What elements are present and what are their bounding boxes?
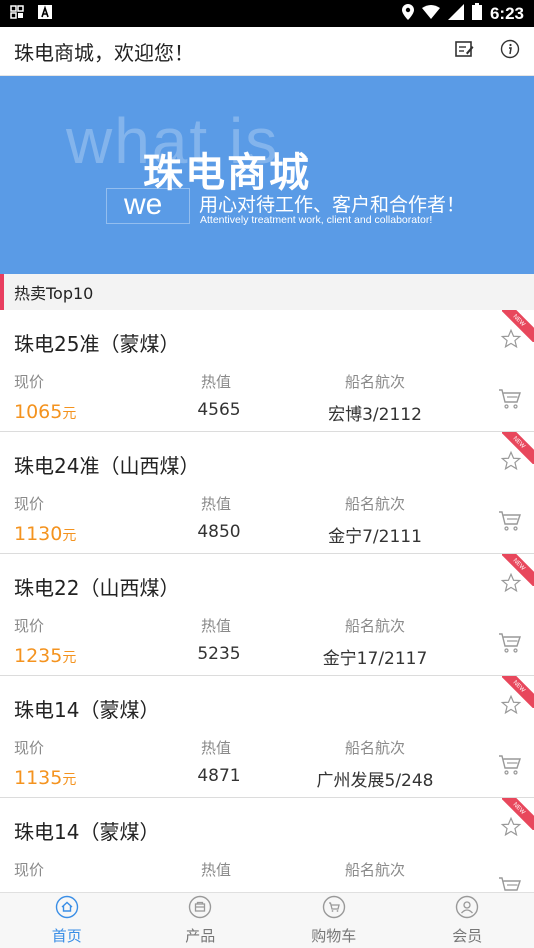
add-to-cart-icon[interactable] xyxy=(498,388,522,414)
product-item[interactable]: NEW 珠电25准（蒙煤） 现价 热值 船名航次 1065元 4565 宏博3/2112 xyxy=(0,310,534,432)
price-label: 现价 xyxy=(14,861,45,879)
heat-label: 热值 xyxy=(201,739,232,757)
product-price: 1130元 xyxy=(14,523,76,545)
a-icon xyxy=(38,4,52,23)
add-to-cart-icon[interactable] xyxy=(498,754,522,780)
product-item[interactable]: NEW 珠电22（山西煤） 现价 热值 船名航次 1235元 5235 金宁17/2117 xyxy=(0,554,534,676)
ship-voyage: 金宁17/2117 xyxy=(322,649,428,669)
clock: 6:23 xyxy=(489,3,524,23)
product-name: 珠电25准（蒙煤） xyxy=(14,332,180,356)
product-name: 珠电24准（山西煤） xyxy=(14,454,200,478)
add-to-cart-icon[interactable] xyxy=(498,510,522,536)
info-icon[interactable] xyxy=(500,39,520,63)
home-icon xyxy=(55,895,79,923)
new-badge-text: NEW xyxy=(511,801,527,816)
cart-icon xyxy=(322,895,346,923)
ship-label: 船名航次 xyxy=(345,861,406,879)
nav-home[interactable]: 首页 xyxy=(0,893,134,948)
nav-label: 会员 xyxy=(452,927,483,945)
favorite-star-icon[interactable] xyxy=(500,328,522,354)
product-name: 珠电22（山西煤） xyxy=(14,576,180,600)
add-to-cart-icon[interactable] xyxy=(498,876,522,892)
nav-cart[interactable]: 购物车 xyxy=(267,893,401,948)
new-badge-text: NEW xyxy=(511,557,527,572)
product-item[interactable]: NEW 珠电14（蒙煤） 现价 热值 船名航次 1135元 4871 广州发展5/248 xyxy=(0,676,534,798)
status-bar: 6:23 xyxy=(0,0,534,27)
product-item[interactable]: NEW 珠电24准（山西煤） 现价 热值 船名航次 1130元 4850 金宁7/2111 xyxy=(0,432,534,554)
ship-label: 船名航次 xyxy=(345,739,406,757)
new-badge-text: NEW xyxy=(511,435,527,450)
ship-voyage: 宏博3/2112 xyxy=(328,405,422,425)
price-unit: 元 xyxy=(62,650,77,666)
heat-label: 热值 xyxy=(201,861,232,879)
new-badge-text: NEW xyxy=(511,313,527,328)
price-value: 1235 xyxy=(14,645,63,667)
nav-products[interactable]: 产品 xyxy=(134,893,268,948)
product-name: 珠电14（蒙煤） xyxy=(14,698,160,722)
section-header: 热卖Top10 xyxy=(0,274,534,310)
heat-value: 4565 xyxy=(197,400,241,420)
heat-value: 4850 xyxy=(197,522,241,542)
product-item[interactable]: NEW 珠电14（蒙煤） 现价 热值 船名航次 xyxy=(0,798,534,892)
heat-label: 热值 xyxy=(201,617,232,635)
product-name: 珠电14（蒙煤） xyxy=(14,820,160,844)
wifi-icon xyxy=(421,4,440,23)
price-value: 1135 xyxy=(14,767,63,789)
new-badge-text: NEW xyxy=(511,679,527,694)
heat-label: 热值 xyxy=(201,495,232,513)
heat-value: 5235 xyxy=(197,644,241,664)
product-icon xyxy=(188,895,212,923)
banner-slogan-en: Attentively treatment work, client and c… xyxy=(200,214,433,226)
price-label: 现价 xyxy=(14,495,45,513)
favorite-star-icon[interactable] xyxy=(500,694,522,720)
bottom-nav: 首页 产品 购物车 会员 xyxy=(0,892,534,948)
product-list[interactable]: NEW 珠电25准（蒙煤） 现价 热值 船名航次 1065元 4565 宏博3/2112 NEW… xyxy=(0,310,534,892)
ship-label: 船名航次 xyxy=(345,617,406,635)
product-price: 1135元 xyxy=(14,767,76,789)
banner-slogan: 用心对待工作、客户和合作者！ xyxy=(199,194,466,216)
price-label: 现价 xyxy=(14,739,45,757)
ship-voyage: 广州发展5/248 xyxy=(316,771,434,791)
favorite-star-icon[interactable] xyxy=(500,450,522,476)
ship-label: 船名航次 xyxy=(345,373,406,391)
price-unit: 元 xyxy=(62,406,77,422)
page-title: 珠电商城，欢迎您！ xyxy=(14,40,194,65)
add-to-cart-icon[interactable] xyxy=(498,632,522,658)
member-icon xyxy=(455,895,479,923)
banner-we: we xyxy=(124,188,163,221)
ship-voyage: 金宁7/2111 xyxy=(328,527,422,547)
ship-label: 船名航次 xyxy=(345,495,406,513)
favorite-star-icon[interactable] xyxy=(500,816,522,842)
price-value: 1065 xyxy=(14,401,63,423)
nav-label: 首页 xyxy=(51,927,82,945)
battery-icon xyxy=(471,3,482,24)
price-label: 现价 xyxy=(14,373,45,391)
favorite-star-icon[interactable] xyxy=(500,572,522,598)
location-icon xyxy=(401,3,414,24)
app-header: 珠电商城，欢迎您！ xyxy=(0,27,534,76)
product-price: 1235元 xyxy=(14,645,76,667)
heat-value: 4871 xyxy=(197,766,241,786)
edit-icon[interactable] xyxy=(454,39,474,63)
section-title: 热卖Top10 xyxy=(14,284,94,303)
price-label: 现价 xyxy=(14,617,45,635)
nav-label: 购物车 xyxy=(311,927,357,945)
notification-icon xyxy=(10,4,24,23)
heat-label: 热值 xyxy=(201,373,232,391)
price-value: 1130 xyxy=(14,523,63,545)
nav-label: 产品 xyxy=(185,927,216,945)
price-unit: 元 xyxy=(62,772,77,788)
price-unit: 元 xyxy=(62,528,77,544)
nav-member[interactable]: 会员 xyxy=(401,893,534,948)
product-price: 1065元 xyxy=(14,401,76,423)
signal-icon xyxy=(447,3,464,24)
promo-banner[interactable]: what is 珠电商城 we 用心对待工作、客户和合作者！ Attentive… xyxy=(0,76,534,274)
